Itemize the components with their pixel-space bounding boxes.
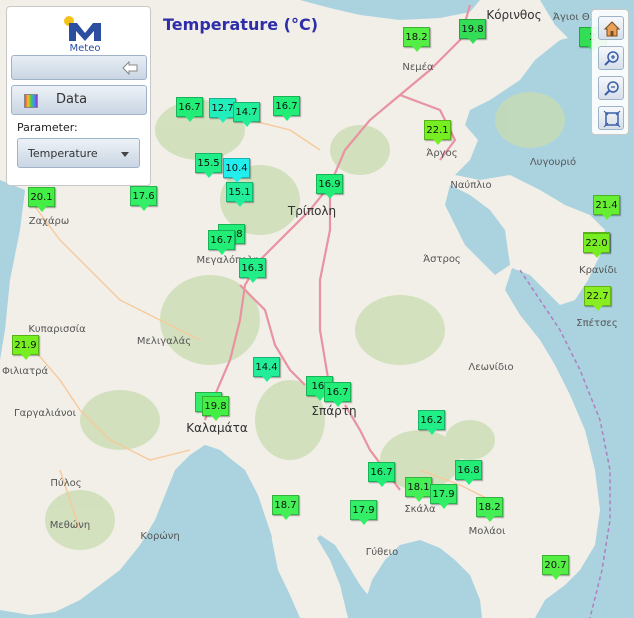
data-button[interactable]: Data	[11, 85, 147, 115]
station-marker[interactable]: 19.8	[202, 396, 229, 421]
color-scale-icon	[24, 94, 38, 108]
map-controls	[591, 9, 629, 135]
home-button[interactable]	[598, 16, 624, 40]
place-label: Άστρος	[423, 254, 461, 265]
station-marker[interactable]: 16.8	[455, 460, 482, 485]
place-label: Κορώνη	[140, 531, 180, 542]
place-label: Μολάοι	[468, 526, 506, 537]
station-marker[interactable]: 16.7	[176, 97, 203, 122]
map-title: Temperature (°C)	[163, 15, 319, 34]
place-label: Σκάλα	[404, 504, 436, 515]
place-label: Γαργαλιάνοι	[13, 408, 77, 419]
station-marker[interactable]: 16.2	[418, 410, 445, 435]
station-marker[interactable]: 14.7	[233, 102, 260, 127]
place-label: Κόρινθος	[486, 8, 542, 22]
place-label: Λυγουριό	[529, 157, 577, 168]
place-label: Μεθώνη	[49, 520, 91, 531]
station-marker[interactable]: 10.4	[223, 158, 250, 183]
zoom-extent-icon	[603, 110, 621, 128]
station-marker[interactable]: 16.9	[316, 174, 343, 199]
parameter-select-value: Temperature	[28, 147, 98, 160]
place-label: Τρίπολη	[287, 204, 337, 218]
home-icon	[603, 21, 621, 37]
station-marker[interactable]: 14.4	[253, 357, 280, 382]
parameter-label: Parameter:	[17, 121, 78, 134]
station-marker[interactable]: 18.2	[403, 27, 430, 52]
station-marker[interactable]: 20.1	[28, 187, 55, 212]
place-label: Άγιοι Θ.	[553, 12, 593, 23]
station-marker[interactable]: 22.0	[583, 233, 610, 258]
station-marker[interactable]: 22.1	[424, 120, 451, 145]
station-marker[interactable]: 17.6	[130, 186, 157, 211]
control-panel: Meteo Data Parameter: Temperature	[6, 6, 151, 186]
zoom-in-button[interactable]	[598, 46, 624, 70]
station-marker[interactable]: 22.7	[584, 286, 611, 311]
station-marker[interactable]: 15.5	[195, 153, 222, 178]
zoom-out-button[interactable]	[598, 76, 624, 100]
station-marker[interactable]: 16.3	[239, 258, 266, 283]
station-marker[interactable]: 16.7	[208, 230, 235, 255]
place-label: Μελιγαλάς	[136, 336, 192, 347]
chevron-down-icon	[121, 152, 129, 157]
place-label: Ζαχάρω	[28, 216, 70, 227]
place-label: Νεμέα	[402, 62, 434, 73]
place-label: Φιλιατρά	[1, 366, 49, 377]
station-marker[interactable]: 18.1	[405, 477, 432, 502]
station-marker[interactable]: 17.9	[430, 484, 457, 509]
station-marker[interactable]: 21.9	[12, 335, 39, 360]
place-label: Ναύπλιο	[450, 180, 492, 191]
place-label: Λεωνίδιο	[468, 362, 514, 373]
zoom-out-icon	[604, 81, 619, 96]
station-marker[interactable]: 16.7	[368, 462, 395, 487]
station-marker[interactable]: 16.7	[273, 96, 300, 121]
meteo-logo: Meteo	[63, 15, 107, 55]
zoom-extent-button[interactable]	[598, 106, 624, 130]
logo-text: Meteo	[69, 43, 101, 54]
station-marker[interactable]: 18.2	[476, 497, 503, 522]
station-marker[interactable]: 16.7	[324, 382, 351, 407]
parameter-select[interactable]: Temperature	[17, 138, 140, 168]
place-label: Γύθειο	[365, 547, 399, 558]
station-marker[interactable]: 21.4	[593, 195, 620, 220]
place-label: Σπέτσες	[576, 318, 618, 329]
place-label: Άργος	[426, 148, 458, 159]
zoom-in-icon	[604, 51, 619, 66]
station-marker[interactable]: 19.8	[459, 19, 486, 44]
place-label: Καλαμάτα	[186, 421, 248, 435]
place-label: Κρανίδι	[579, 265, 617, 276]
station-marker[interactable]: 20.7	[542, 555, 569, 580]
place-label: Πύλος	[50, 478, 82, 489]
meteo-logo-icon	[64, 16, 101, 41]
station-marker[interactable]: 12.7	[209, 98, 236, 123]
station-marker[interactable]: 15.1	[226, 182, 253, 207]
station-marker[interactable]: 18.7	[272, 495, 299, 520]
arrow-left-icon	[122, 61, 138, 75]
station-marker[interactable]: 17.9	[350, 500, 377, 525]
collapse-bar[interactable]	[11, 55, 147, 80]
place-label: Κυπαρισσία	[28, 324, 86, 335]
data-button-label: Data	[56, 92, 88, 107]
